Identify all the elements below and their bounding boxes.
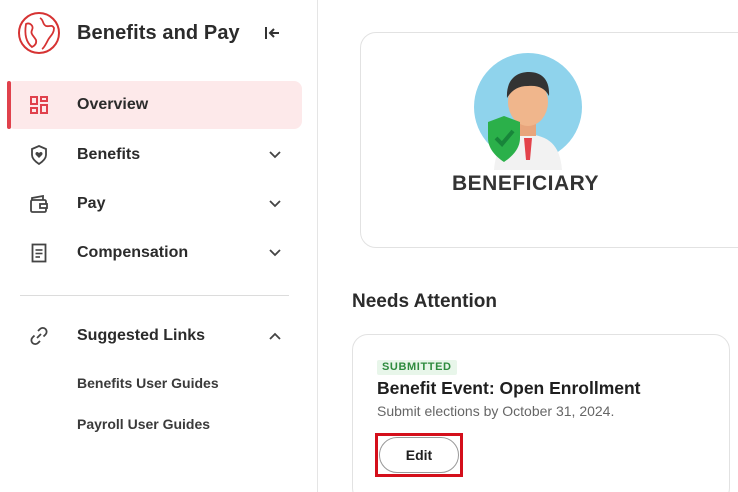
task-subtitle: Submit elections by October 31, 2024. [377,403,615,419]
sidebar-divider [20,295,289,296]
sidebar-item-label: Benefits [77,146,141,163]
link-payroll-user-guides[interactable]: Payroll User Guides [77,416,210,432]
document-icon [29,243,49,263]
sidebar-item-overview[interactable]: Overview [7,81,302,129]
needs-attention-heading: Needs Attention [352,291,497,312]
wallet-icon [29,194,49,214]
chevron-down-icon [268,246,282,260]
collapse-sidebar-button[interactable] [262,23,282,43]
chevron-down-icon [268,148,282,162]
sidebar-item-benefits[interactable]: Benefits [7,131,302,179]
chevron-down-icon [268,197,282,211]
sidebar: Benefits and Pay Overview Benefits Pay C… [0,0,318,492]
sidebar-item-label: Pay [77,195,106,212]
edit-button[interactable]: Edit [379,437,459,473]
globe-icon [18,12,60,54]
sidebar-item-label: Suggested Links [77,327,206,344]
dashboard-icon [29,95,49,115]
app-header: Benefits and Pay [18,12,288,54]
status-badge: SUBMITTED [377,360,457,375]
shield-heart-icon [29,145,49,165]
link-benefits-user-guides[interactable]: Benefits User Guides [77,375,219,391]
collapse-left-icon [265,27,279,39]
sidebar-item-label: Overview [77,96,149,113]
sidebar-item-label: Compensation [77,244,189,261]
sidebar-item-pay[interactable]: Pay [7,180,302,228]
task-title: Benefit Event: Open Enrollment [377,378,641,398]
link-icon [29,326,49,346]
app-title: Benefits and Pay [77,21,240,44]
beneficiary-illustration [466,52,586,172]
sidebar-item-suggested-links[interactable]: Suggested Links [7,312,302,360]
beneficiary-caption: BENEFICIARY [452,172,600,195]
chevron-up-icon [268,329,282,343]
sidebar-item-compensation[interactable]: Compensation [7,229,302,277]
